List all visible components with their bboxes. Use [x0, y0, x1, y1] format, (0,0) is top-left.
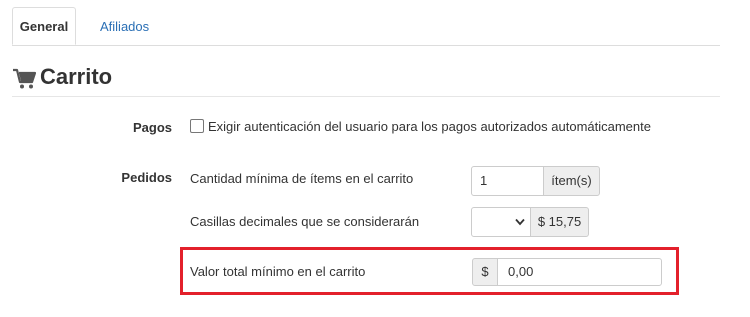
min-total-label: Valor total mínimo en el carrito — [190, 264, 366, 279]
section-header: Carrito — [12, 62, 720, 97]
min-items-unit: ítem(s) — [543, 166, 600, 196]
pagos-label: Pagos — [132, 120, 172, 135]
min-items-input[interactable]: 1 — [471, 166, 544, 196]
tab-bar: General Afiliados — [12, 0, 720, 46]
cart-icon — [13, 68, 36, 89]
decimals-label: Casillas decimales que se considerarán — [190, 214, 420, 229]
auth-checkbox[interactable] — [190, 119, 204, 133]
auth-checkbox-row[interactable]: Exigir autenticación del usuario para lo… — [190, 119, 651, 134]
chevron-down-icon — [515, 218, 525, 226]
decimals-preview: $ 15,75 — [530, 207, 589, 237]
tab-general[interactable]: General — [12, 7, 76, 45]
currency-addon: $ — [472, 258, 498, 286]
page-title: Carrito — [40, 64, 113, 89]
min-items-label: Cantidad mínima de ítems en el carrito — [190, 171, 414, 186]
decimals-select[interactable] — [471, 207, 531, 237]
auth-checkbox-label: Exigir autenticación del usuario para lo… — [208, 119, 651, 134]
tab-afiliados[interactable]: Afiliados — [88, 8, 161, 45]
pedidos-label: Pedidos — [121, 170, 172, 185]
min-total-input[interactable]: 0,00 — [497, 258, 662, 286]
